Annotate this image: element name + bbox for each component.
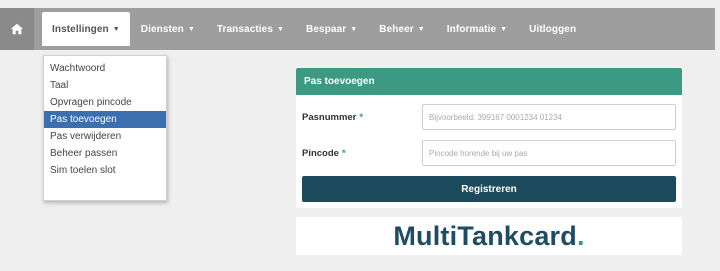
menu-item-sim-slot[interactable]: Sim toelen slot [44, 162, 166, 179]
page-background: Instellingen ▼ Diensten ▼ Transacties ▼ … [0, 0, 720, 271]
logo-banner: MultiTankcard. [296, 217, 682, 255]
top-navbar: Instellingen ▼ Diensten ▼ Transacties ▼ … [0, 8, 715, 50]
pincode-input[interactable] [422, 140, 676, 166]
chevron-down-icon: ▼ [187, 25, 195, 33]
nav-label: Informatie [446, 23, 497, 35]
nav-label: Bespaar [306, 23, 347, 35]
nav-instellingen[interactable]: Instellingen ▼ [42, 12, 130, 46]
nav-label: Instellingen [52, 23, 109, 35]
chevron-down-icon: ▼ [500, 25, 508, 33]
nav-label: Transacties [216, 23, 274, 35]
field-label-text: Pincode [302, 148, 339, 159]
nav-bespaar[interactable]: Bespaar ▼ [295, 8, 368, 50]
chevron-down-icon: ▼ [350, 25, 358, 33]
chevron-down-icon: ▼ [112, 25, 120, 33]
home-button[interactable] [0, 8, 34, 50]
pincode-row: Pincode * [296, 140, 682, 168]
nav-uitloggen[interactable]: Uitloggen [518, 8, 587, 50]
required-marker: * [359, 112, 364, 123]
nav-informatie[interactable]: Informatie ▼ [436, 8, 518, 50]
nav-diensten[interactable]: Diensten ▼ [130, 8, 206, 50]
menu-item-wachtwoord[interactable]: Wachtwoord [44, 60, 166, 77]
menu-item-taal[interactable]: Taal [44, 77, 166, 94]
pincode-label: Pincode * [302, 148, 346, 159]
pasnummer-label: Pasnummer * [302, 112, 363, 123]
field-label-text: Pasnummer [302, 112, 357, 123]
menu-item-pas-verwijderen[interactable]: Pas verwijderen [44, 128, 166, 145]
panel-heading: Pas toevoegen [296, 68, 682, 95]
register-button[interactable]: Registreren [302, 176, 676, 202]
chevron-down-icon: ▼ [417, 25, 425, 33]
pasnummer-row: Pasnummer * [296, 104, 682, 132]
logo-dot: . [576, 220, 585, 251]
menu-item-pas-toevoegen[interactable]: Pas toevoegen [44, 111, 166, 128]
home-icon [10, 23, 24, 35]
menu-item-opvragen-pincode[interactable]: Opvragen pincode [44, 94, 166, 111]
required-marker: * [341, 148, 346, 159]
multitankcard-logo: MultiTankcard. [393, 221, 584, 252]
menu-item-beheer-passen[interactable]: Beheer passen [44, 145, 166, 162]
nav-transacties[interactable]: Transacties ▼ [206, 8, 295, 50]
nav-label: Beheer [379, 23, 414, 35]
nav-label: Diensten [140, 23, 184, 35]
nav-label: Uitloggen [529, 23, 577, 35]
chevron-down-icon: ▼ [277, 25, 285, 33]
add-card-panel: Pas toevoegen Pasnummer* Pincode* Regist… [296, 68, 682, 208]
logo-text-main: MultiTankcard [393, 220, 577, 251]
pasnummer-input[interactable] [422, 104, 676, 130]
settings-dropdown-menu: Wachtwoord Taal Opvragen pincode Pas toe… [43, 55, 167, 201]
nav-beheer[interactable]: Beheer ▼ [368, 8, 436, 50]
